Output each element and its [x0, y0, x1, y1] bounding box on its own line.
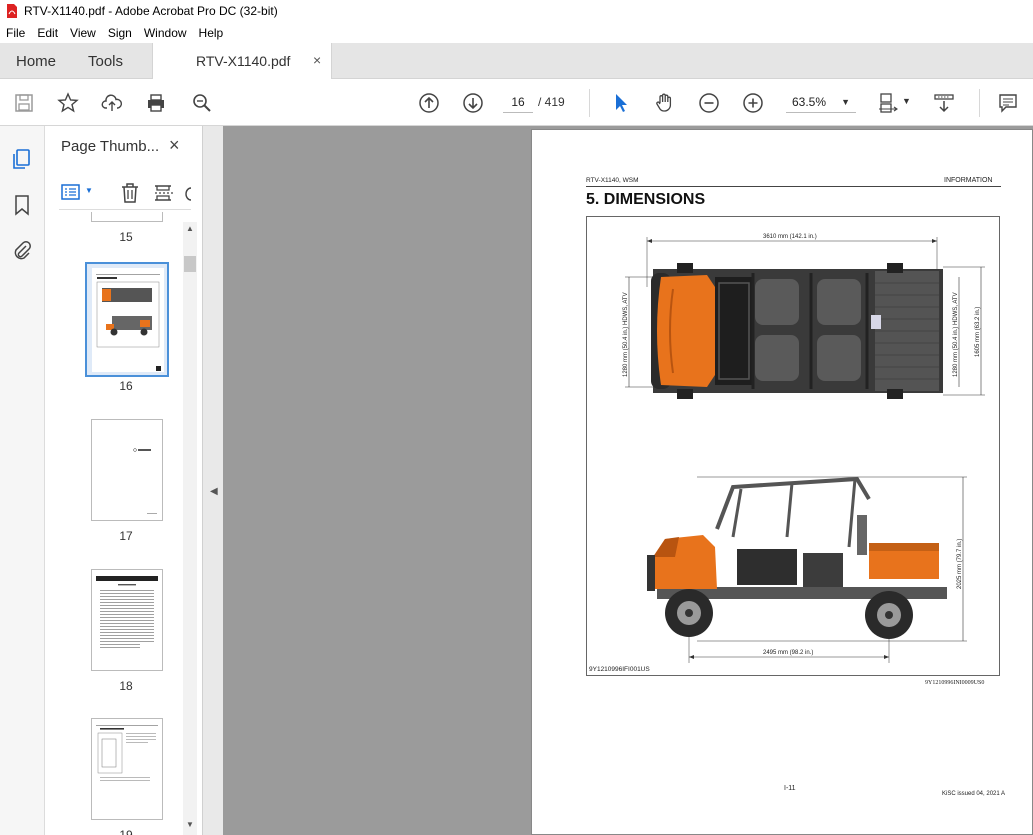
thumbnail-toolbar: ▼ [59, 178, 193, 210]
navigation-rail [0, 126, 45, 835]
zoom-out-icon[interactable] [697, 91, 721, 115]
zoom-in-icon[interactable] [741, 91, 765, 115]
vehicle-top-view: 3610 mm (142.1 in.) 1280 mm (50.4 in.) H… [623, 234, 985, 399]
thumbnail-page-number: 17 [119, 529, 133, 543]
acrobat-logo-icon [7, 4, 17, 18]
collapse-left-icon: ◀ [210, 486, 218, 497]
next-page-icon[interactable] [461, 91, 485, 115]
menu-sign[interactable]: Sign [108, 26, 132, 40]
options-caret-icon[interactable]: ▼ [85, 186, 93, 195]
attachment-icon[interactable] [11, 239, 33, 261]
issue-info: KiSC issued 04, 2021 A [942, 791, 1006, 797]
page-total: / 419 [538, 95, 565, 109]
figure-code: 9Y1210996IFI001US [589, 666, 650, 673]
header-rule [586, 186, 1001, 187]
width-right-label: 1280 mm (50.4 in.) HDWS, ATV [953, 292, 959, 377]
trash-icon[interactable] [119, 182, 141, 204]
width-left-label: 1280 mm (50.4 in.) HDWS, ATV [623, 292, 629, 377]
zoom-level-value: 63.5% [792, 95, 827, 109]
scroll-mode-icon[interactable] [932, 91, 956, 115]
tab-document-label: RTV-X1140.pdf [196, 53, 291, 69]
prev-page-icon[interactable] [417, 91, 441, 115]
chevron-down-icon: ▼ [841, 97, 850, 107]
menu-edit[interactable]: Edit [37, 26, 58, 40]
zoom-search-icon[interactable] [190, 91, 214, 115]
scrollbar-thumb[interactable] [184, 256, 196, 272]
thumbnail-options-icon[interactable] [61, 182, 83, 202]
select-cursor-icon[interactable] [609, 91, 633, 115]
scroll-up-icon[interactable]: ▲ [186, 224, 194, 233]
insert-pages-icon[interactable] [153, 182, 175, 204]
close-panel-icon[interactable]: × [169, 135, 180, 156]
toolbar-divider [979, 89, 980, 117]
panel-collapse-handle[interactable]: ◀ [203, 126, 223, 835]
dimensions-figure: 3610 mm (142.1 in.) 1280 mm (50.4 in.) H… [586, 216, 1000, 676]
close-tab-icon[interactable]: × [313, 52, 321, 68]
thumbnail-page-number: 16 [119, 379, 133, 393]
thumbnail-panel: Page Thumb... × ▼ 15 16 17 18 19 ▲ ▼ [45, 126, 203, 835]
window-title: RTV-X1140.pdf - Adobe Acrobat Pro DC (32… [24, 4, 278, 18]
figure-reference: 9Y1210996INI0009US0 [925, 680, 985, 686]
vehicle-dimension-drawing: 3610 mm (142.1 in.) 1280 mm (50.4 in.) H… [623, 234, 985, 663]
wheelbase-label: 2495 mm (98.2 in.) [763, 650, 813, 656]
page-number: I-11 [784, 785, 796, 792]
star-icon[interactable] [56, 91, 80, 115]
tab-home[interactable]: Home [16, 53, 56, 70]
thumbnail-page-number: 18 [119, 679, 133, 693]
panel-title: Page Thumb... [61, 138, 160, 155]
toolbar-divider [589, 89, 590, 117]
page-thumbnail[interactable] [91, 718, 163, 820]
bookmark-icon[interactable] [11, 194, 33, 216]
pdf-page: RTV-X1140, WSM INFORMATION 5. DIMENSIONS… [531, 129, 1033, 835]
toolbar: 16 / 419 63.5% ▼ ▼ [0, 79, 1033, 126]
document-viewport[interactable]: RTV-X1140, WSM INFORMATION 5. DIMENSIONS… [223, 126, 1033, 835]
upload-icon[interactable] [100, 91, 124, 115]
title-bar: RTV-X1140.pdf - Adobe Acrobat Pro DC (32… [0, 0, 1033, 22]
height-label: 2025 mm (79.7 in.) [957, 539, 963, 589]
menu-bar: File Edit View Sign Window Help [0, 22, 1033, 43]
vehicle-side-view: 2025 mm (79.7 in.) 2495 mm (98.2 in.) [647, 476, 967, 663]
comment-icon[interactable] [996, 91, 1020, 115]
thumbnail-scrollbar[interactable]: ▲ ▼ [183, 222, 197, 835]
rotate-icon[interactable] [183, 182, 193, 204]
tab-tools[interactable]: Tools [88, 53, 123, 70]
scroll-down-icon[interactable]: ▼ [186, 820, 194, 829]
page-thumbnail-selected[interactable] [85, 262, 169, 377]
tab-bar: Home Tools RTV-X1140.pdf × [0, 43, 1033, 79]
tab-document[interactable]: RTV-X1140.pdf × [152, 43, 332, 79]
hand-icon[interactable] [653, 91, 677, 115]
fit-page-caret-icon[interactable]: ▼ [902, 96, 911, 106]
menu-window[interactable]: Window [144, 26, 187, 40]
page-header-left: RTV-X1140, WSM [586, 177, 639, 184]
overall-length-label: 3610 mm (142.1 in.) [763, 234, 817, 240]
page-title: 5. DIMENSIONS [586, 191, 706, 208]
page-thumbnail[interactable] [91, 419, 163, 521]
thumbnail-page-number: 15 [119, 230, 133, 244]
menu-file[interactable]: File [6, 26, 25, 40]
page-number-input[interactable]: 16 [503, 91, 533, 113]
menu-help[interactable]: Help [199, 26, 224, 40]
save-icon[interactable] [12, 91, 36, 115]
width-mirror-label: 1605 mm (63.2 in.) [975, 307, 981, 357]
menu-view[interactable]: View [70, 26, 96, 40]
page-thumbnail[interactable] [91, 569, 163, 671]
zoom-level-select[interactable]: 63.5% ▼ [786, 91, 856, 113]
page-thumbnail[interactable] [91, 212, 163, 222]
page-header-right: INFORMATION [944, 177, 993, 184]
thumbnail-page-number: 19 [119, 828, 133, 835]
print-icon[interactable] [144, 91, 168, 115]
page-thumbnails-icon[interactable] [11, 148, 33, 170]
fit-page-icon[interactable] [876, 91, 900, 115]
